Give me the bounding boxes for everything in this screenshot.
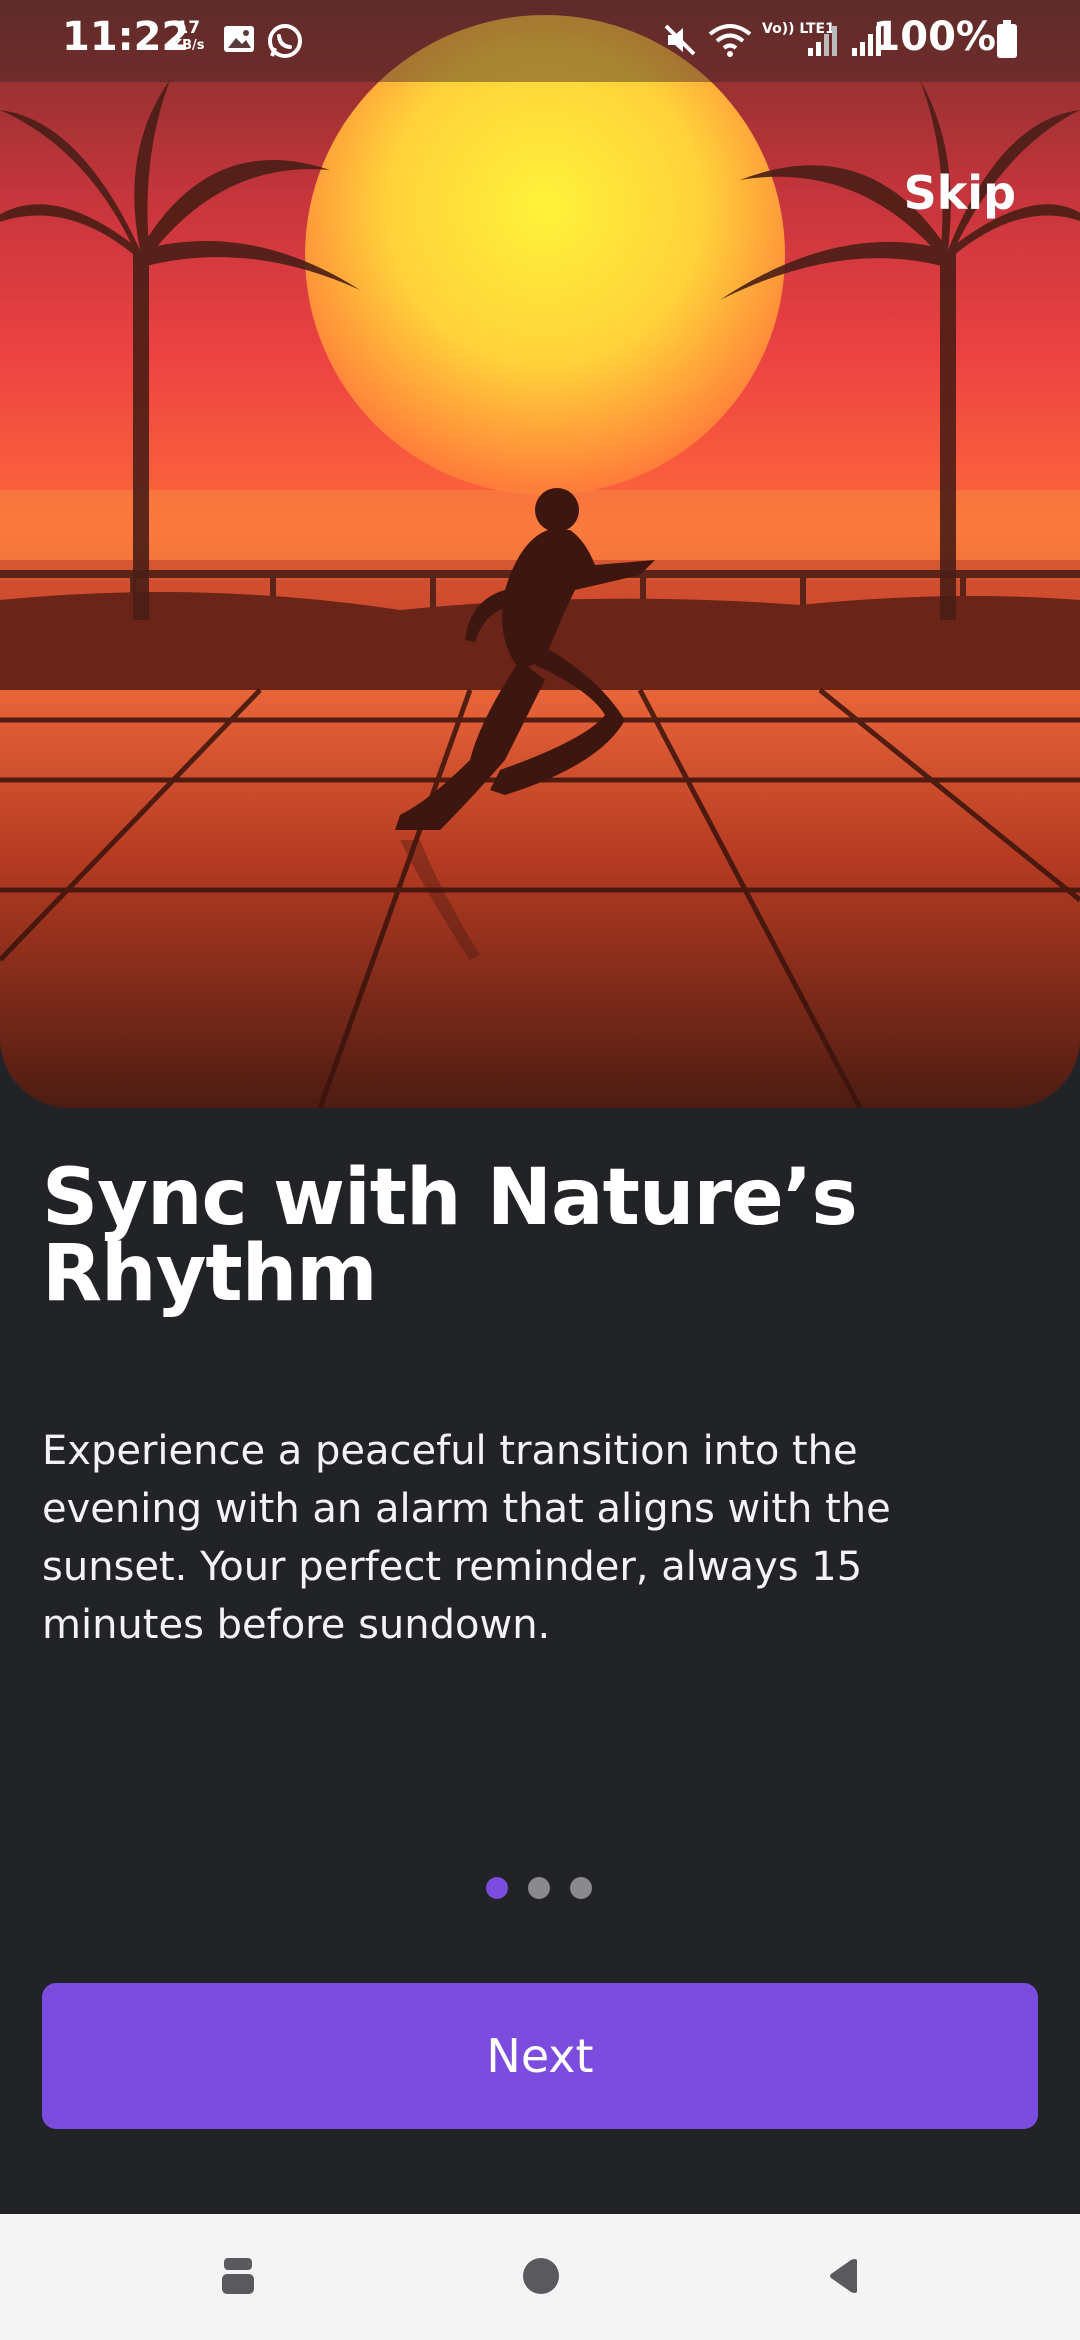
wifi-icon (708, 22, 752, 62)
onboarding-description: Experience a peaceful transition into th… (42, 1428, 891, 1648)
onboarding-title: Sync with Nature’s Rhythm (42, 1153, 858, 1319)
recents-icon[interactable] (208, 2246, 268, 2306)
page-dot[interactable] (528, 1877, 550, 1899)
network-speed-unit: KB/s (172, 38, 205, 53)
whatsapp-icon (266, 22, 304, 64)
skip-button[interactable]: Skip (904, 166, 1016, 220)
sun-shape (305, 15, 785, 495)
back-icon[interactable] (815, 2246, 875, 2306)
status-time: 11:22 (62, 14, 190, 60)
battery-status: 100% (872, 14, 996, 60)
battery-percent: 100% (872, 14, 996, 60)
mute-icon (662, 22, 698, 62)
next-button[interactable]: Next (42, 1983, 1038, 2129)
home-icon[interactable] (511, 2246, 571, 2306)
system-nav-bar (0, 2214, 1080, 2340)
battery-icon (996, 20, 1018, 64)
next-button-label: Next (486, 2029, 594, 2083)
signal-icon (806, 22, 840, 62)
page-dot-active[interactable] (486, 1877, 508, 1899)
network-speed-value: 17 (176, 18, 201, 38)
page-dot[interactable] (570, 1877, 592, 1899)
status-bar: 11:22 17 KB/s Vo)) LTE1 100% (0, 0, 1080, 82)
network-speed: 17 KB/s (172, 20, 204, 54)
image-icon (222, 22, 256, 60)
